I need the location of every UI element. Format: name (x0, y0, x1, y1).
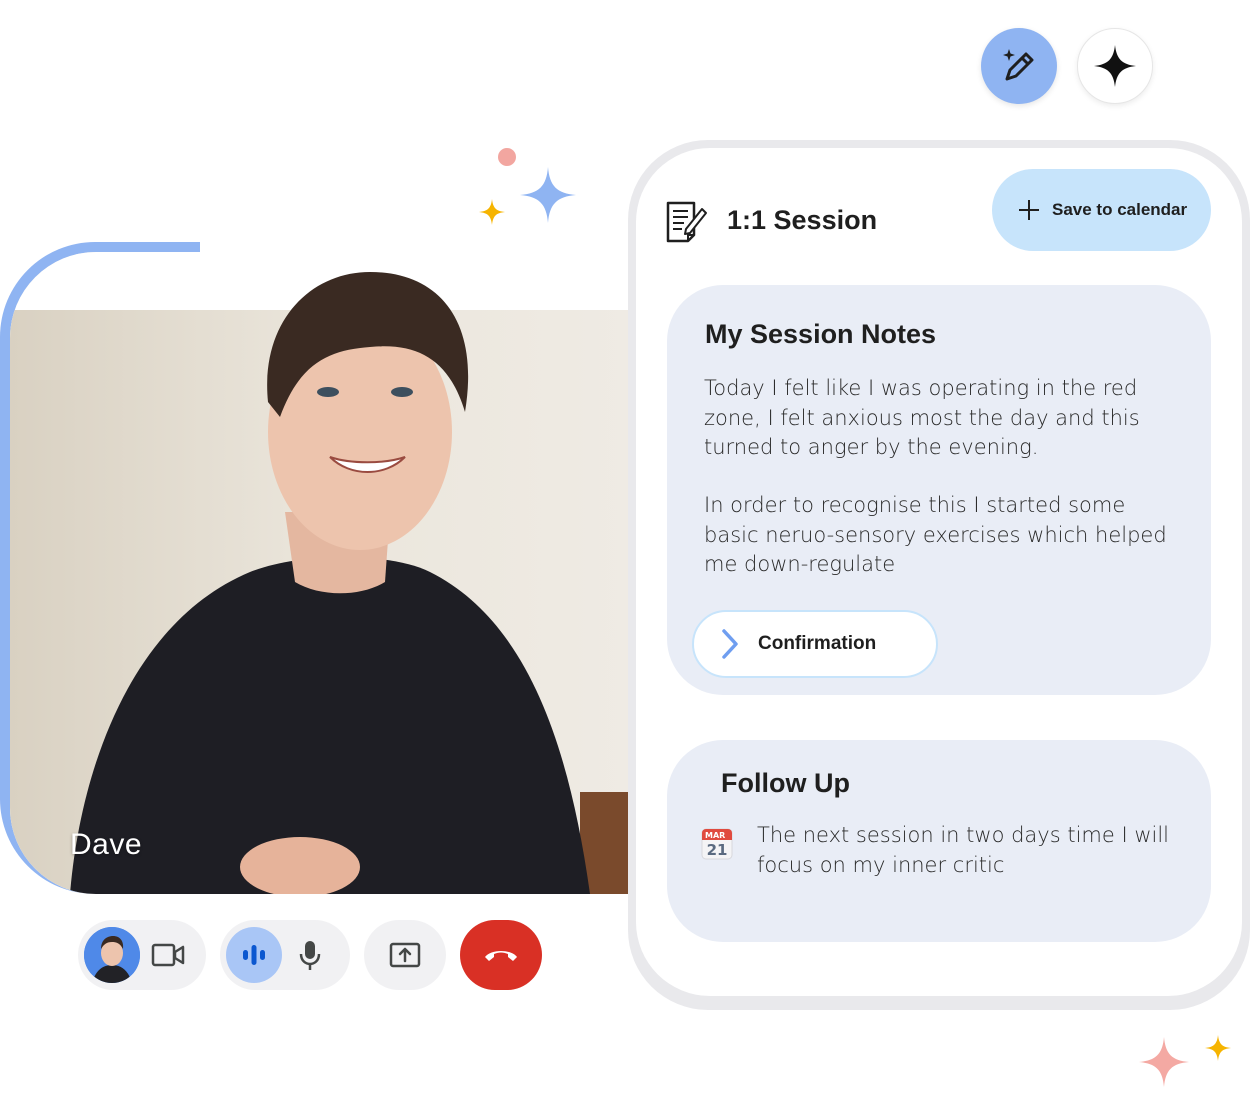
session-title: 1:1 Session (727, 205, 878, 235)
calendar-month: MAR (705, 831, 725, 840)
magic-pencil-icon (1003, 49, 1034, 81)
confirmation-button[interactable]: Confirmation (692, 610, 938, 678)
confirmation-label: Confirmation (758, 633, 877, 654)
self-avatar[interactable] (84, 927, 140, 983)
follow-up-text: The next session in two days time I will… (757, 823, 1170, 877)
microphone-button[interactable] (282, 927, 338, 983)
yellow-sparkle-decoration (1205, 1035, 1231, 1061)
save-to-calendar-button[interactable]: Save to calendar (992, 169, 1211, 251)
calendar-icon: MAR 21 (701, 828, 733, 860)
pink-sparkle-decoration (1139, 1037, 1189, 1087)
participant-video-image (10, 252, 635, 894)
chevron-right-icon (722, 629, 738, 659)
participant-name: Dave (70, 828, 143, 861)
yellow-sparkle-decoration (479, 199, 505, 225)
microphone-control-group (220, 920, 350, 990)
avatar-image (84, 927, 140, 983)
hang-up-icon (485, 951, 517, 961)
calendar-day: 21 (707, 841, 728, 859)
magic-edit-button[interactable] (981, 28, 1057, 104)
audio-waveform-icon (243, 945, 265, 965)
plus-icon (1019, 200, 1039, 220)
video-camera-icon (151, 943, 185, 967)
pink-dot-decoration (498, 148, 516, 166)
session-notes-title: My Session Notes (705, 319, 937, 349)
save-to-calendar-label: Save to calendar (1052, 200, 1188, 219)
follow-up-card: Follow Up MAR 21 The next session in two… (667, 740, 1211, 942)
blue-sparkle-decoration (520, 167, 576, 223)
sparkle-icon (1094, 45, 1136, 87)
ai-sparkle-button[interactable] (1077, 28, 1153, 104)
hang-up-button[interactable] (460, 920, 542, 990)
camera-control-group (78, 920, 206, 990)
session-notes-paragraph: Today I felt like I was operating in the… (704, 376, 1140, 459)
participant-video (10, 252, 635, 894)
session-notes-paragraph: In order to recognise this I started som… (704, 493, 1167, 576)
present-screen-icon (389, 942, 421, 968)
voice-activity-button[interactable] (226, 927, 282, 983)
video-camera-button[interactable] (140, 927, 196, 983)
session-notes-card: My Session Notes Today I felt like I was… (667, 285, 1211, 695)
follow-up-title: Follow Up (721, 768, 850, 798)
present-screen-button[interactable] (364, 920, 446, 990)
microphone-icon (299, 941, 321, 970)
notepad-icon (666, 201, 707, 243)
